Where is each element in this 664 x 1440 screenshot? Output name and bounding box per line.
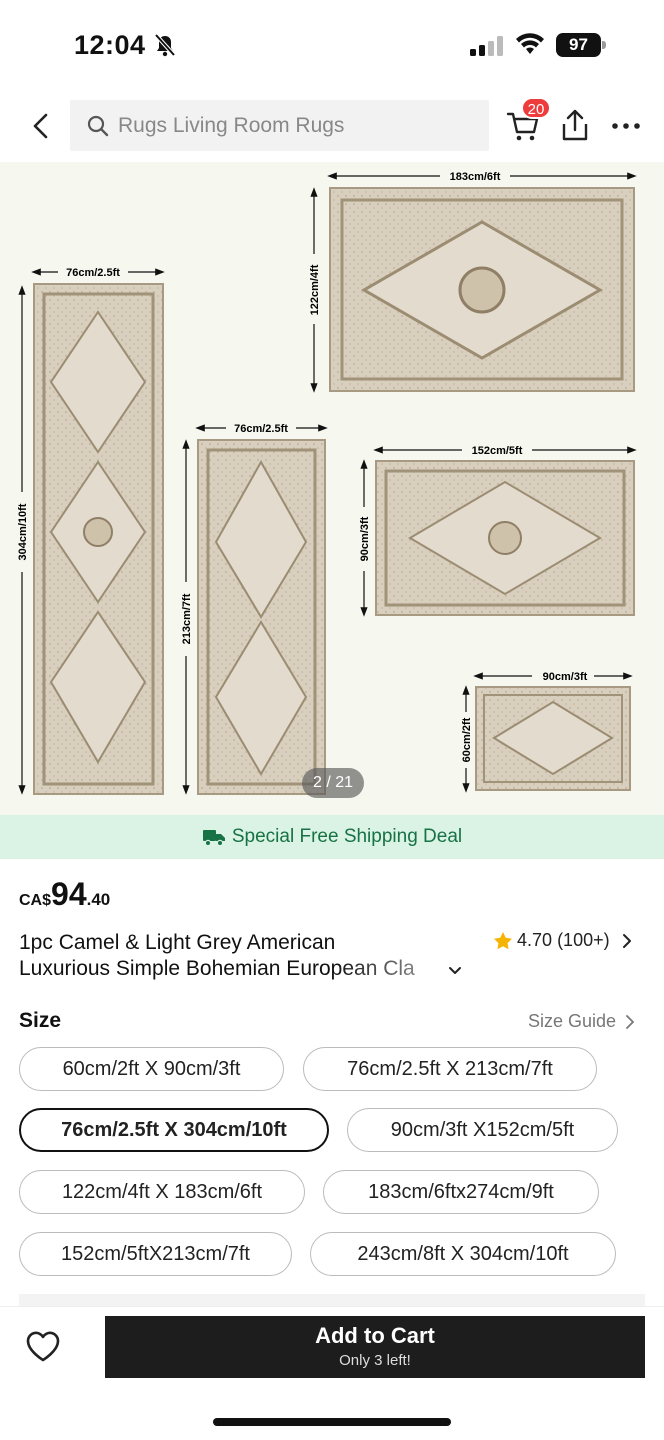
size-option[interactable]: 243cm/8ft X 304cm/10ft <box>310 1232 616 1276</box>
section-divider <box>19 1294 645 1306</box>
size-option[interactable]: 76cm/2.5ft X 213cm/7ft <box>303 1047 597 1091</box>
rug-runner-medium-width-label: 76cm/2.5ft <box>234 423 288 435</box>
size-guide-link[interactable]: Size Guide <box>528 1011 636 1032</box>
more-options-icon[interactable] <box>610 114 642 138</box>
rating-count: (100+) <box>557 930 610 950</box>
price-currency: CA$ <box>19 892 52 909</box>
search-input[interactable]: Rugs Living Room Rugs <box>70 100 489 151</box>
rug-large-height-label: 122cm/4ft <box>309 264 321 315</box>
rug-large: 183cm/6ft 122cm/4ft <box>306 168 637 393</box>
cart-count-badge: 20 <box>521 97 551 119</box>
product-price: CA$94.40 <box>19 876 110 913</box>
rug-runner-medium-height-label: 213cm/7ft <box>181 593 193 644</box>
rug-small-height-label: 60cm/2ft <box>461 717 473 762</box>
rug-medium-height-label: 90cm/3ft <box>359 516 371 561</box>
size-option[interactable]: 122cm/4ft X 183cm/6ft <box>19 1170 305 1214</box>
size-section-label: Size <box>19 1009 62 1032</box>
rug-small-width-label: 90cm/3ft <box>543 671 588 683</box>
home-indicator <box>213 1418 451 1426</box>
product-title-line1: 1pc Camel & Light Grey American <box>19 931 336 954</box>
shipping-text: Special Free Shipping Deal <box>231 826 463 847</box>
rug-runner-long-height-label: 304cm/10ft <box>17 503 29 560</box>
rug-medium: 152cm/5ft 90cm/3ft <box>356 442 637 617</box>
search-icon <box>87 115 109 136</box>
bell-muted-icon <box>154 33 176 57</box>
product-title-line2: Luxurious Simple Bohemian European Cla <box>19 956 469 982</box>
size-guide-label: Size Guide <box>528 1011 617 1031</box>
price-integer: 94 <box>51 876 87 912</box>
back-arrow-icon[interactable] <box>28 110 56 142</box>
wishlist-heart-icon[interactable] <box>24 1328 62 1364</box>
product-rating[interactable]: 4.70 (100+) <box>493 930 634 951</box>
search-placeholder: Rugs Living Room Rugs <box>118 113 345 137</box>
delivery-truck-icon <box>202 830 225 847</box>
expand-title-chevron-icon[interactable] <box>447 964 463 978</box>
price-decimal: .40 <box>86 890 111 909</box>
rug-large-width-label: 183cm/6ft <box>450 171 501 183</box>
add-to-cart-label: Add to Cart <box>315 1323 435 1348</box>
rug-runner-long: 76cm/2.5ft 304cm/10ft <box>14 264 165 795</box>
rating-value: 4.70 <box>517 930 553 950</box>
chevron-right-icon <box>622 933 631 948</box>
rug-medium-width-label: 152cm/5ft <box>472 445 523 457</box>
rug-runner-long-width-label: 76cm/2.5ft <box>66 267 120 279</box>
wifi-icon <box>516 33 544 54</box>
rug-runner-medium: 76cm/2.5ft 213cm/7ft <box>178 420 328 795</box>
share-icon[interactable] <box>560 108 590 142</box>
size-option[interactable]: 183cm/6ftx274cm/9ft <box>323 1170 599 1214</box>
free-shipping-banner[interactable]: Special Free Shipping Deal <box>0 815 664 859</box>
rug-size-chart-image: 183cm/6ft 122cm/4ft 76cm/2.5ft 304cm/10f… <box>14 168 637 795</box>
star-icon <box>494 931 512 949</box>
size-option[interactable]: 152cm/5ftX213cm/7ft <box>19 1232 292 1276</box>
battery-indicator: 97 <box>556 33 606 57</box>
battery-level: 97 <box>556 33 601 57</box>
status-bar: 12:04 97 <box>0 0 664 90</box>
size-option[interactable]: 60cm/2ft X 90cm/3ft <box>19 1047 284 1091</box>
add-to-cart-button[interactable]: Add to Cart Only 3 left! <box>105 1316 645 1378</box>
image-counter: 2 / 21 <box>302 768 364 798</box>
size-option[interactable]: 90cm/3ft X152cm/5ft <box>347 1108 618 1152</box>
product-title[interactable]: 1pc Camel & Light Grey American Luxuriou… <box>19 930 469 982</box>
stock-notice: Only 3 left! <box>339 1352 411 1369</box>
status-time: 12:04 <box>74 30 146 60</box>
rug-small: 90cm/3ft 60cm/2ft <box>458 668 633 793</box>
product-image-gallery[interactable]: 183cm/6ft 122cm/4ft 76cm/2.5ft 304cm/10f… <box>0 162 664 815</box>
chevron-right-icon <box>626 1014 634 1029</box>
cellular-signal-icon <box>470 36 503 56</box>
size-option-selected[interactable]: 76cm/2.5ft X 304cm/10ft <box>19 1108 329 1152</box>
